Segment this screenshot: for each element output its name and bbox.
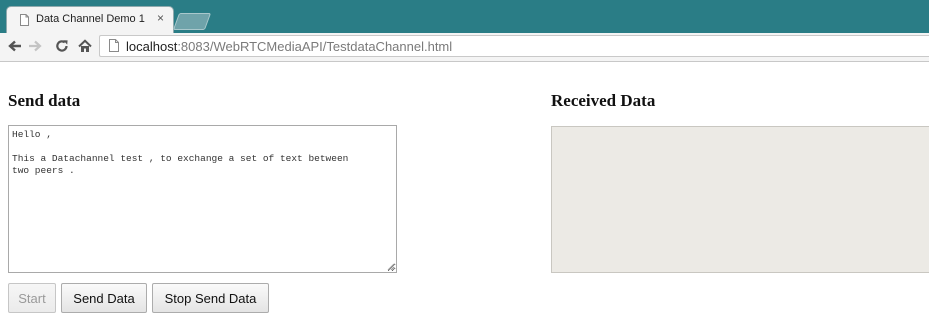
new-tab-button[interactable]	[172, 13, 212, 30]
url-text: localhost:8083/WebRTCMediaAPI/TestdataCh…	[126, 39, 452, 54]
browser-toolbar: localhost:8083/WebRTCMediaAPI/TestdataCh…	[0, 33, 929, 62]
tab-data-channel-demo[interactable]: Data Channel Demo 1 ×	[6, 6, 174, 33]
url-path: :8083/WebRTCMediaAPI/TestdataChannel.htm…	[177, 39, 453, 54]
page-icon	[109, 39, 119, 52]
reload-button[interactable]	[53, 36, 71, 56]
arrow-right-icon	[29, 40, 42, 52]
tab-close-icon[interactable]: ×	[157, 11, 164, 25]
send-data-button[interactable]: Send Data	[61, 283, 147, 313]
url-host: localhost	[126, 39, 178, 54]
home-icon	[78, 39, 92, 52]
received-data-heading: Received Data	[551, 91, 656, 110]
send-data-heading: Send data	[8, 91, 81, 110]
received-data-area[interactable]	[551, 126, 929, 273]
page-favicon-icon	[20, 14, 29, 26]
home-button[interactable]	[76, 36, 94, 56]
tab-title: Data Channel Demo 1	[36, 13, 145, 25]
tab-strip: Data Channel Demo 1 ×	[0, 0, 929, 33]
arrow-left-icon	[8, 40, 21, 52]
start-button[interactable]: Start	[8, 283, 56, 313]
back-button[interactable]	[6, 36, 24, 56]
send-data-textarea[interactable]: Hello , This a Datachannel test , to exc…	[8, 125, 397, 273]
reload-icon	[56, 40, 68, 52]
forward-button[interactable]	[26, 36, 44, 56]
address-bar[interactable]: localhost:8083/WebRTCMediaAPI/TestdataCh…	[99, 35, 929, 57]
stop-send-data-button[interactable]: Stop Send Data	[152, 283, 269, 313]
browser-window: Data Channel Demo 1 × localhost:8083/Web…	[0, 0, 929, 316]
